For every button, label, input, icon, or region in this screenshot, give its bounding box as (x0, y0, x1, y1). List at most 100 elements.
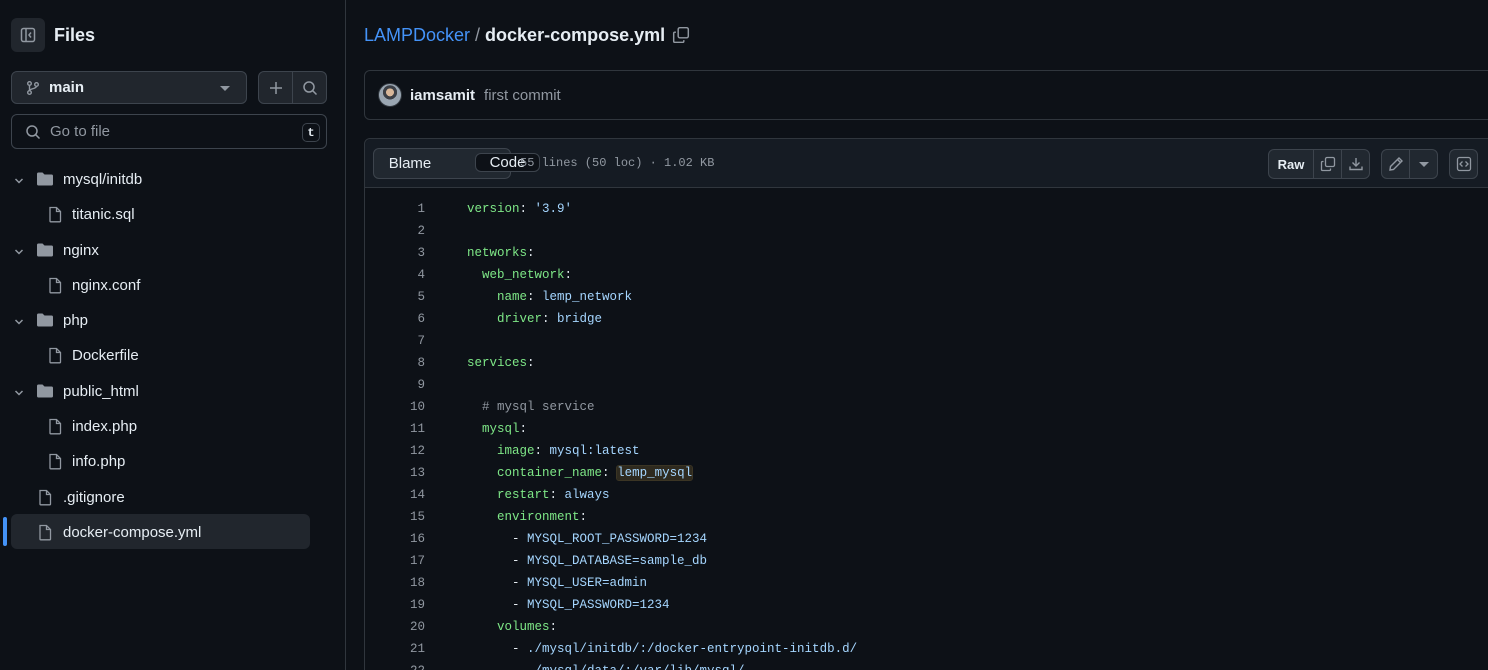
download-button[interactable] (1341, 149, 1370, 179)
chevron-down-icon[interactable] (13, 386, 25, 403)
tree-file[interactable]: info.php (0, 444, 346, 479)
tree-file[interactable]: titanic.sql (0, 197, 346, 232)
code-line: 5 name: lemp_network (365, 285, 1488, 307)
line-number[interactable]: 21 (365, 642, 425, 656)
tree-item-label: titanic.sql (72, 206, 135, 224)
file-icon (37, 489, 53, 510)
code-text: container_name: lemp_mysql (497, 465, 694, 481)
code-line: 3 networks: (365, 241, 1488, 263)
file-icon (47, 453, 63, 474)
code-line: 19 - MYSQL_PASSWORD=1234 (365, 593, 1488, 615)
code-line: 18 - MYSQL_USER=admin (365, 571, 1488, 593)
code-line: 2 (365, 219, 1488, 241)
tree-item-label: php (63, 312, 89, 330)
go-to-file-search[interactable]: t (11, 114, 327, 149)
commit-message[interactable]: first commit (484, 87, 561, 104)
line-number[interactable]: 19 (365, 598, 425, 612)
code-text: - MYSQL_USER=admin (467, 576, 648, 590)
file-header: Code Blame 55 lines (50 loc) · 1.02 KB R… (365, 139, 1488, 188)
line-number[interactable]: 10 (365, 400, 425, 414)
line-number[interactable]: 17 (365, 554, 425, 568)
line-number[interactable]: 8 (365, 356, 425, 370)
line-number[interactable]: 11 (365, 422, 425, 436)
line-number[interactable]: 5 (365, 290, 425, 304)
file-content-box: Code Blame 55 lines (50 loc) · 1.02 KB R… (364, 138, 1488, 670)
code-line: 14 restart: always (365, 483, 1488, 505)
code-line: 1 version: '3.9' (365, 197, 1488, 219)
tab-blame[interactable]: Blame (374, 149, 446, 178)
line-number[interactable]: 7 (365, 334, 425, 348)
tree-folder[interactable]: nginx (0, 233, 346, 268)
line-number[interactable]: 20 (365, 620, 425, 634)
avatar[interactable] (378, 83, 402, 107)
tree-folder[interactable]: mysql/initdb (0, 162, 346, 197)
code-line: 17 - MYSQL_DATABASE=sample_db (365, 549, 1488, 571)
code-text: volumes: (497, 620, 558, 634)
line-number[interactable]: 3 (365, 246, 425, 260)
line-number[interactable]: 15 (365, 510, 425, 524)
code-text: - MYSQL_ROOT_PASSWORD=1234 (467, 532, 708, 546)
file-icon (47, 206, 63, 227)
commit-author[interactable]: iamsamit (410, 87, 475, 104)
line-number[interactable]: 16 (365, 532, 425, 546)
sidebar-collapse-icon (20, 27, 36, 43)
code-text: - ./mysql/initdb/:/docker-entrypoint-ini… (467, 642, 858, 656)
latest-commit-bar: iamsamit first commit (364, 70, 1488, 120)
line-number[interactable]: 9 (365, 378, 425, 392)
code-line: 12 image: mysql:latest (365, 439, 1488, 461)
code-text: - MYSQL_DATABASE=sample_db (467, 554, 708, 568)
tree-file[interactable]: docker-compose.yml (0, 515, 346, 550)
raw-button[interactable]: Raw (1268, 149, 1314, 179)
line-number[interactable]: 4 (365, 268, 425, 282)
search-icon (302, 80, 317, 95)
keyboard-shortcut-hint: t (302, 123, 320, 142)
branch-selector[interactable]: main (11, 71, 247, 104)
chevron-down-icon[interactable] (13, 174, 25, 191)
branch-row: main (11, 71, 327, 104)
breadcrumb-repo-link[interactable]: LAMPDocker (364, 25, 470, 46)
tree-item-label: Dockerfile (72, 347, 139, 365)
code-line: 4 web_network: (365, 263, 1488, 285)
code-text: - MYSQL_PASSWORD=1234 (467, 598, 670, 612)
copy-icon (673, 26, 690, 44)
line-number[interactable]: 14 (365, 488, 425, 502)
collapse-sidebar-button[interactable] (11, 18, 45, 52)
code-text: - ./mysql/data/:/var/lib/mysql/ (467, 664, 745, 670)
file-icon (37, 524, 53, 545)
add-file-button[interactable] (259, 72, 292, 103)
tree-file[interactable]: .gitignore (0, 480, 346, 515)
edit-options-dropdown[interactable] (1409, 149, 1438, 179)
code-text: # mysql service (482, 400, 595, 414)
line-number[interactable]: 6 (365, 312, 425, 326)
code-text: driver: bridge (497, 312, 603, 326)
line-number[interactable]: 12 (365, 444, 425, 458)
tree-folder[interactable]: php (0, 303, 346, 338)
go-to-file-input[interactable] (50, 123, 280, 140)
code-line: 8 services: (365, 351, 1488, 373)
line-number[interactable]: 1 (365, 202, 425, 216)
code-line: 15 environment: (365, 505, 1488, 527)
search-code-button[interactable] (292, 72, 326, 103)
git-branch-icon (27, 80, 39, 95)
tree-file[interactable]: index.php (0, 409, 346, 444)
code-text: web_network: (482, 268, 573, 282)
chevron-down-icon[interactable] (13, 315, 25, 332)
code-viewer[interactable]: 1 version: '3.9' 2 3 networks: 4 web_network:… (365, 188, 1488, 670)
copy-path-button[interactable] (672, 26, 690, 44)
tree-file[interactable]: nginx.conf (0, 268, 346, 303)
copy-raw-button[interactable] (1313, 149, 1342, 179)
triangle-down-icon (1418, 161, 1429, 167)
line-number[interactable]: 22 (365, 664, 425, 670)
code-text: mysql: (482, 422, 528, 436)
symbols-panel-button[interactable] (1449, 149, 1478, 179)
edit-file-button[interactable] (1381, 149, 1410, 179)
code-square-icon (1456, 156, 1471, 172)
file-icon (47, 277, 63, 298)
line-number[interactable]: 2 (365, 224, 425, 238)
line-number[interactable]: 13 (365, 466, 425, 480)
chevron-down-icon[interactable] (13, 245, 25, 262)
code-line: 21 - ./mysql/initdb/:/docker-entrypoint-… (365, 637, 1488, 659)
tree-file[interactable]: Dockerfile (0, 338, 346, 373)
line-number[interactable]: 18 (365, 576, 425, 590)
tree-folder[interactable]: public_html (0, 374, 346, 409)
